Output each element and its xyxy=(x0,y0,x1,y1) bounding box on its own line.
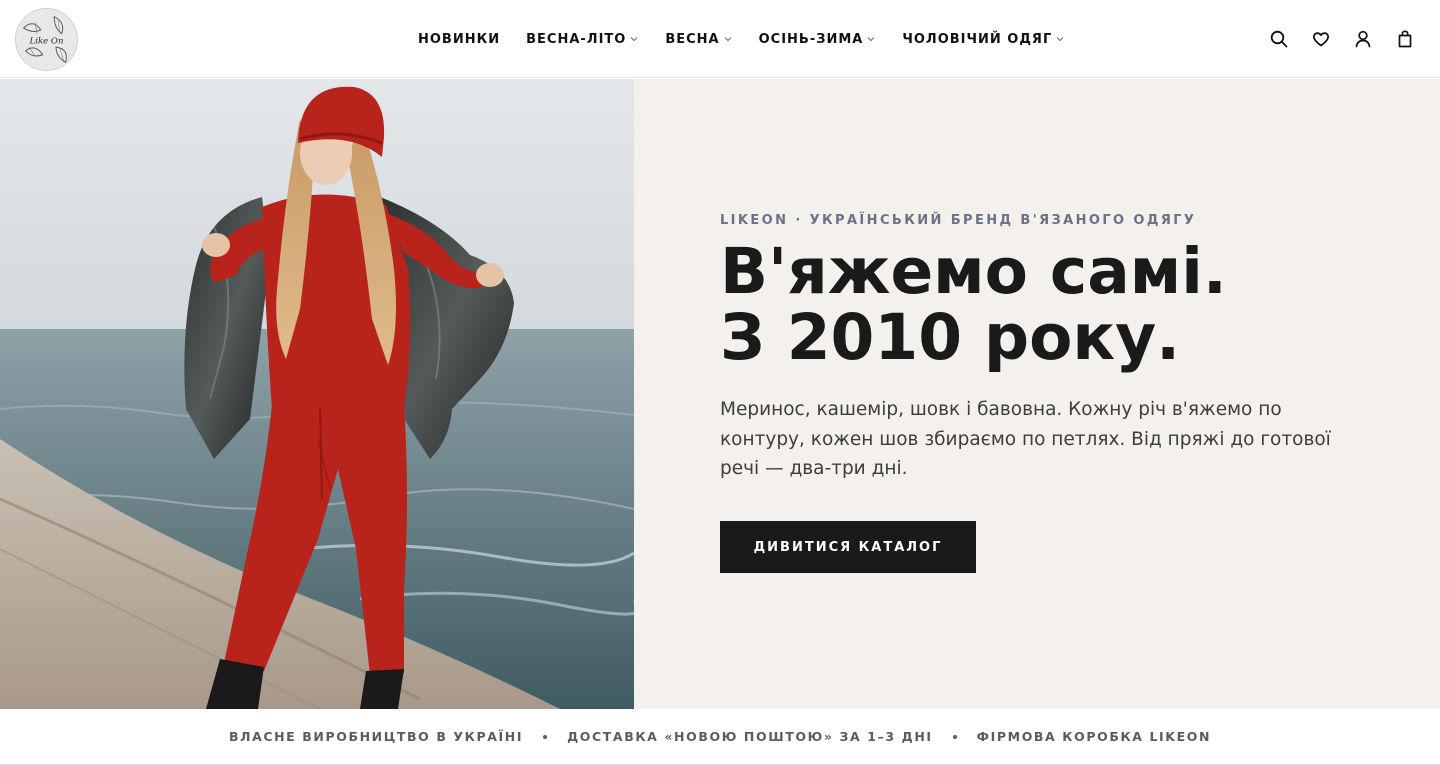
trust-bar: ВЛАСНЕ ВИРОБНИЦТВО В УКРАЇНІ ДОСТАВКА «Н… xyxy=(0,709,1440,765)
nav-item-label: ВЕСНА xyxy=(665,31,720,47)
nav-item-label: ЧОЛОВІЧИЙ ОДЯГ xyxy=(902,31,1053,47)
nav-item-label: НОВИНКИ xyxy=(418,31,501,47)
bag-icon[interactable] xyxy=(1396,29,1414,49)
hero-panel: LIKEON · УКРАЇНСЬКИЙ БРЕНД В'ЯЗАНОГО ОДЯ… xyxy=(634,79,1440,709)
hero-headline-line-1: В'яжемо самі. xyxy=(720,235,1227,308)
trust-item-box: ФІРМОВА КОРОБКА LIKEON xyxy=(976,729,1212,744)
chevron-down-icon xyxy=(1055,34,1065,44)
trust-item-production: ВЛАСНЕ ВИРОБНИЦТВО В УКРАЇНІ xyxy=(228,729,524,744)
nav-item-spring-summer[interactable]: ВЕСНА-ЛІТО xyxy=(526,32,639,47)
user-icon[interactable] xyxy=(1354,29,1372,49)
hero-photo-illustration xyxy=(0,79,634,709)
svg-text:Like On: Like On xyxy=(29,36,64,46)
nav-item-label: ВЕСНА-ЛІТО xyxy=(526,31,627,47)
nav-item-spring[interactable]: ВЕСНА xyxy=(665,32,732,47)
hero-headline: В'яжемо самі. З 2010 року. xyxy=(720,239,1380,371)
site-header: Like On НОВИНКИ ВЕСНА-ЛІТО ВЕСНА ОСІНЬ-З… xyxy=(0,0,1440,78)
nav-item-label: ОСІНЬ-ЗИМА xyxy=(758,31,864,47)
trust-item-delivery: ДОСТАВКА «НОВОЮ ПОШТОЮ» ЗА 1–3 ДНІ xyxy=(567,729,933,744)
chevron-down-icon xyxy=(866,34,876,44)
main-nav: НОВИНКИ ВЕСНА-ЛІТО ВЕСНА ОСІНЬ-ЗИМА ЧОЛО… xyxy=(418,0,1091,78)
search-icon[interactable] xyxy=(1270,29,1288,49)
heart-icon[interactable] xyxy=(1312,29,1330,49)
hero-photo xyxy=(0,79,634,709)
nav-item-autumn-winter[interactable]: ОСІНЬ-ЗИМА xyxy=(759,32,877,47)
separator-dot xyxy=(543,734,548,739)
separator-dot xyxy=(952,734,957,739)
chevron-down-icon xyxy=(723,34,733,44)
hero-eyebrow: LIKEON · УКРАЇНСЬКИЙ БРЕНД В'ЯЗАНОГО ОДЯ… xyxy=(720,213,1197,228)
hero-headline-line-2: З 2010 року. xyxy=(720,301,1181,374)
hero-description: Меринос, кашемір, шовк і бавовна. Кожну … xyxy=(720,399,1331,479)
brand-logo[interactable]: Like On xyxy=(15,8,78,71)
view-catalog-button[interactable]: ДИВИТИСЯ КАТАЛОГ xyxy=(720,521,976,573)
brand-logo-image: Like On xyxy=(16,9,77,70)
nav-item-menswear[interactable]: ЧОЛОВІЧИЙ ОДЯГ xyxy=(902,32,1065,47)
header-tools xyxy=(1270,29,1414,49)
nav-item-new[interactable]: НОВИНКИ xyxy=(418,32,500,47)
chevron-down-icon xyxy=(629,34,639,44)
